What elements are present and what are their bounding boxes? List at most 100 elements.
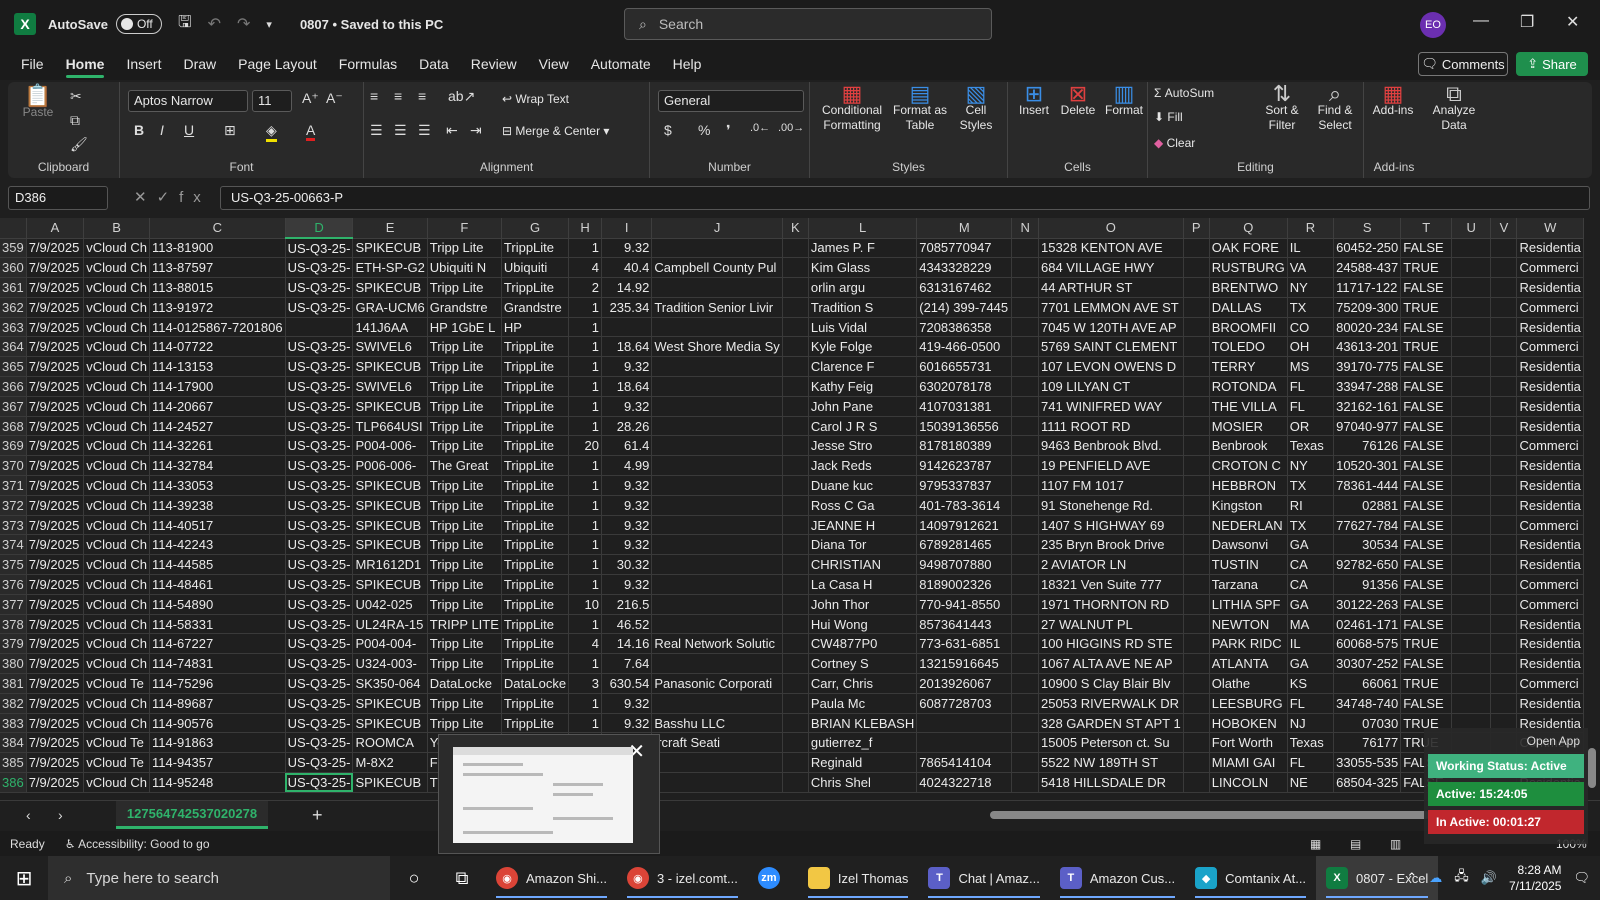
cell[interactable]: SPIKECUB xyxy=(352,396,428,417)
cell[interactable] xyxy=(782,396,809,417)
cell[interactable]: 7/9/2025 xyxy=(26,534,85,556)
open-app-link[interactable]: Open App xyxy=(1527,734,1580,748)
cell[interactable]: FL xyxy=(1287,376,1335,397)
cell[interactable]: Tripp Lite xyxy=(427,534,502,556)
cell[interactable] xyxy=(1011,713,1039,734)
cell[interactable]: 114-75296 xyxy=(149,673,286,694)
cell[interactable] xyxy=(1183,416,1210,437)
cell[interactable]: TrippLite xyxy=(501,475,570,496)
cell[interactable] xyxy=(1183,435,1210,457)
cell[interactable]: DataLocke xyxy=(427,673,502,694)
cell[interactable]: US-Q3-25- xyxy=(285,238,354,259)
cell[interactable]: HEBBRON xyxy=(1209,475,1288,496)
cell[interactable] xyxy=(1183,534,1210,556)
taskbar-teams-chat[interactable]: T Chat | Amaz... xyxy=(918,856,1049,900)
cell[interactable]: SPIKECUB xyxy=(352,534,428,556)
cell[interactable] xyxy=(1011,238,1039,259)
cell[interactable]: TX xyxy=(1287,475,1335,496)
bold-icon[interactable]: B xyxy=(134,122,144,138)
cell[interactable]: FALSE xyxy=(1400,376,1453,397)
cell[interactable]: 113-81900 xyxy=(149,238,286,259)
cell[interactable] xyxy=(1183,277,1210,298)
cell[interactable] xyxy=(782,574,809,595)
cell[interactable]: Hui Wong xyxy=(808,614,918,635)
sort-filter-button[interactable]: ⇅ Sort & Filter xyxy=(1256,83,1308,133)
cell[interactable]: HP xyxy=(501,317,570,338)
cell[interactable]: Commerci xyxy=(1516,435,1584,457)
row-header[interactable]: 381 xyxy=(0,673,27,694)
cell[interactable]: 1 xyxy=(568,317,602,338)
cell[interactable] xyxy=(1183,475,1210,496)
cell[interactable]: 27 WALNUT PL xyxy=(1038,614,1184,635)
cell[interactable]: vCloud Te xyxy=(83,752,150,774)
cell[interactable]: LINCOLN xyxy=(1209,772,1288,793)
cell[interactable]: 7045 W 120TH AVE AP xyxy=(1038,317,1184,338)
cell[interactable] xyxy=(651,475,783,496)
cell[interactable]: SWIVEL6 xyxy=(352,336,428,358)
cell[interactable]: Tarzana xyxy=(1209,574,1288,595)
cell[interactable]: 7/9/2025 xyxy=(26,554,85,576)
column-header-u[interactable]: U xyxy=(1451,218,1492,239)
cell[interactable]: Commerci xyxy=(1516,594,1584,615)
cell[interactable] xyxy=(1451,475,1492,496)
cell[interactable] xyxy=(1011,277,1039,298)
cell[interactable]: vCloud Ch xyxy=(83,495,150,516)
cell[interactable] xyxy=(1183,495,1210,516)
cell[interactable]: 30534 xyxy=(1333,534,1402,556)
menu-view[interactable]: View xyxy=(528,48,580,80)
cell[interactable]: 14.92 xyxy=(601,277,653,298)
cell[interactable]: FALSE xyxy=(1400,356,1453,378)
cell[interactable]: 7/9/2025 xyxy=(26,614,85,635)
cell[interactable]: Kingston xyxy=(1209,495,1288,516)
cell[interactable]: 4343328229 xyxy=(916,257,1013,279)
row-header[interactable]: 366 xyxy=(0,376,27,397)
cell[interactable]: HP 1GbE L xyxy=(427,317,502,338)
cell[interactable] xyxy=(651,238,783,259)
cell[interactable]: 1 xyxy=(568,495,602,516)
cell[interactable]: HOBOKEN xyxy=(1209,713,1288,734)
cell[interactable]: Campbell County Pul xyxy=(651,257,783,279)
cell[interactable]: 8178180389 xyxy=(916,435,1013,457)
cell[interactable]: 24588-437 xyxy=(1333,257,1402,279)
cell[interactable]: 9.32 xyxy=(601,515,653,536)
cell[interactable] xyxy=(1451,297,1492,318)
cell[interactable] xyxy=(782,416,809,437)
cell[interactable] xyxy=(1011,574,1039,595)
cell[interactable]: TX xyxy=(1287,515,1335,536)
cell[interactable]: 9.32 xyxy=(601,238,653,259)
cell[interactable]: FALSE xyxy=(1400,416,1453,437)
cell[interactable]: FALSE xyxy=(1400,495,1453,516)
cell[interactable]: 1 xyxy=(568,336,602,358)
cell[interactable]: 114-17900 xyxy=(149,376,286,397)
cell[interactable] xyxy=(1490,416,1518,437)
analyze-data-button[interactable]: ⧉ Analyze Data xyxy=(1426,83,1482,133)
cell[interactable] xyxy=(1451,376,1492,397)
cell[interactable]: 109 LILYAN CT xyxy=(1038,376,1184,397)
cell[interactable] xyxy=(285,317,354,338)
cell[interactable]: FALSE xyxy=(1400,574,1453,595)
cell[interactable]: Tripp Lite xyxy=(427,238,502,259)
cell[interactable]: 773-631-6851 xyxy=(916,633,1013,655)
cell[interactable] xyxy=(1011,633,1039,655)
row-header[interactable]: 367 xyxy=(0,396,27,417)
window-thumbnail[interactable] xyxy=(453,747,633,843)
insert-cells-button[interactable]: ⊞ Insert xyxy=(1014,83,1054,118)
cell[interactable]: 114-95248 xyxy=(149,772,286,793)
cell[interactable]: vCloud Ch xyxy=(83,475,150,496)
page-break-view-icon[interactable]: ▥ xyxy=(1390,837,1401,851)
cell[interactable]: TrippLite xyxy=(501,336,570,358)
cell[interactable]: TrippLite xyxy=(501,534,570,556)
cell[interactable] xyxy=(1011,336,1039,358)
cell[interactable] xyxy=(1490,396,1518,417)
cell[interactable]: Commerci xyxy=(1516,574,1584,595)
cell[interactable] xyxy=(1490,594,1518,615)
cell[interactable]: vCloud Ch xyxy=(83,277,150,298)
cell[interactable]: Paula Mc xyxy=(808,693,918,714)
cell[interactable] xyxy=(1451,257,1492,279)
taskbar-chrome-izel[interactable]: ◉ 3 - izel.comt... xyxy=(617,856,748,900)
column-header-l[interactable]: L xyxy=(808,218,918,239)
cell[interactable] xyxy=(651,495,783,516)
cell[interactable]: US-Q3-25- xyxy=(285,574,354,595)
align-top-icon[interactable]: ≡ xyxy=(370,88,378,104)
format-cells-button[interactable]: ▥ Format xyxy=(1102,83,1146,118)
